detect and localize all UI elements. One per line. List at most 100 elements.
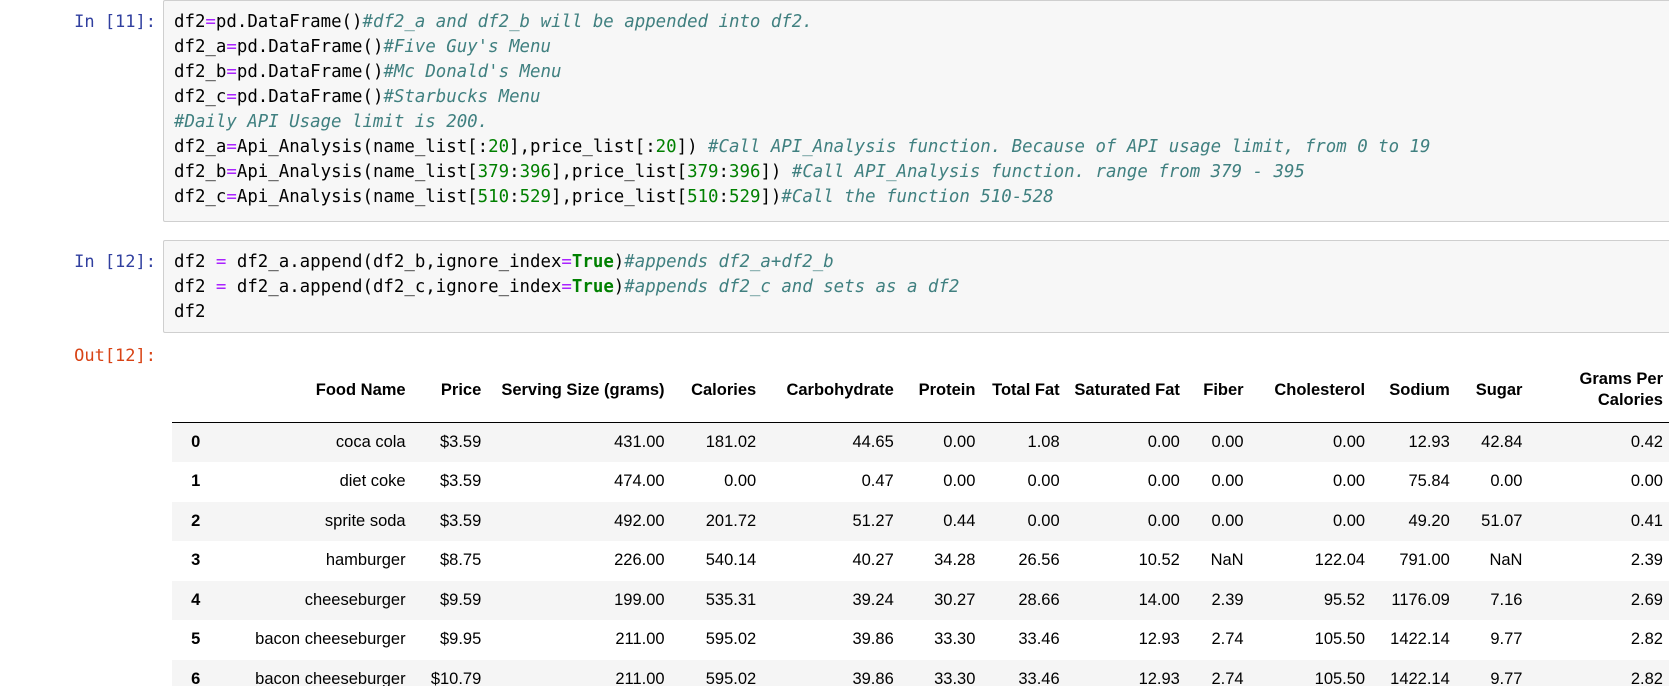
code-token: #appends df2_a+df2_b <box>624 252 834 272</box>
row-index: 0 <box>191 433 201 451</box>
table-cell: 0.00 <box>1147 433 1180 451</box>
code-editor-11[interactable]: df2=pd.DataFrame()#df2_a and df2_b will … <box>164 1 1669 210</box>
table-cell: 95.52 <box>1323 590 1366 609</box>
table-cell: 0.00 <box>1211 472 1244 491</box>
table-cell: 211.00 <box>615 630 665 649</box>
code-token: ) <box>613 252 625 272</box>
dataframe-output: Food Name Price Serving Size (grams) Calori… <box>172 358 1669 686</box>
code-token: df2_a.append(df2_c,ignore_index <box>226 277 562 297</box>
table-cell: 1176.09 <box>1391 590 1450 609</box>
code-token: pd.DataFrame() <box>236 87 384 107</box>
table-cell: 0.00 <box>1332 472 1366 491</box>
code-token: : <box>509 187 520 207</box>
table-cell: 0.41 <box>1630 511 1663 530</box>
input-prompt-12: In [12]: <box>74 252 156 272</box>
table-cell: 431.00 <box>614 433 665 451</box>
header-row: Food Name Price Serving Size (grams) Calori… <box>172 358 1669 423</box>
code-token: ]) <box>676 137 709 157</box>
table-cell: sprite soda <box>324 511 406 530</box>
code-token: pd.DataFrame() <box>236 37 384 57</box>
code-line: df2=pd.DataFrame()#df2_a and df2_b will … <box>174 10 1669 35</box>
table-cell: bacon cheeseburger <box>255 630 406 649</box>
code-token: : <box>718 162 730 182</box>
code-token: ],price_list[ <box>550 187 688 207</box>
code-token: df2 <box>174 252 216 272</box>
column-header: Grams Per Calories <box>1528 358 1669 423</box>
table-cell: 1422.14 <box>1390 669 1450 686</box>
table-cell: 12.93 <box>1138 669 1180 686</box>
table-row: 4 cheeseburger $9.59 199.00 535.31 39.24 30.27… <box>172 580 1669 620</box>
code-token: 529 <box>519 187 551 207</box>
code-token: Api_Analysis(name_list[ <box>236 162 478 182</box>
table-cell: bacon cheeseburger <box>255 669 406 686</box>
code-token: #Call API_Analysis function. range from … <box>791 162 1305 182</box>
input-prompt-11: In [11]: <box>74 12 156 32</box>
table-body: 0 coca cola $3.59 431.00 181.02 44.65 0.00 1.08… <box>172 422 1669 686</box>
table-cell: 39.86 <box>852 630 894 649</box>
column-header: Protein <box>899 358 982 423</box>
table-cell: $3.59 <box>439 472 482 491</box>
table-cell: 10.52 <box>1138 551 1180 570</box>
table-cell: 0.00 <box>1211 433 1244 451</box>
table-cell: 2.69 <box>1630 590 1663 609</box>
row-index: 3 <box>191 551 201 570</box>
table-cell: 39.86 <box>852 669 894 686</box>
code-token: 396 <box>519 162 551 182</box>
code-cell-11[interactable]: df2=pd.DataFrame()#df2_a and df2_b will … <box>163 0 1669 222</box>
code-editor-12[interactable]: df2 = df2_a.append(df2_b,ignore_index=Tr… <box>164 241 1669 325</box>
table-cell: 181.02 <box>705 433 757 451</box>
code-cell-12[interactable]: df2 = df2_a.append(df2_b,ignore_index=Tr… <box>163 240 1669 333</box>
column-header: Food Name <box>219 358 412 423</box>
table-cell: 28.66 <box>1018 590 1060 609</box>
table-cell: 40.27 <box>852 551 894 570</box>
table-cell: $10.79 <box>430 669 482 686</box>
code-token: = <box>226 62 237 82</box>
row-index: 2 <box>191 511 201 530</box>
table-cell: 0.00 <box>1332 511 1366 530</box>
code-token: ]) <box>760 162 792 182</box>
table-cell: 42.84 <box>1481 433 1523 451</box>
code-token: #Mc Donald's Menu <box>383 62 562 82</box>
code-token: df2 <box>174 302 206 322</box>
table-cell: 51.27 <box>852 511 894 530</box>
code-token: #Five Guy's Menu <box>383 37 551 57</box>
code-token: pd.DataFrame() <box>215 12 363 32</box>
table-cell: 595.02 <box>705 630 757 649</box>
table-row: 2 sprite soda $3.59 492.00 201.72 51.27 0.44 0.… <box>172 501 1669 541</box>
code-token: df2_b <box>174 162 227 182</box>
code-token: ],price_list[ <box>550 162 688 182</box>
code-token: #Starbucks Menu <box>383 87 541 107</box>
code-line: df2 = df2_a.append(df2_c,ignore_index=Tr… <box>174 275 1669 300</box>
table-cell: NaN <box>1489 551 1523 570</box>
code-token: = <box>561 252 572 272</box>
table-cell: 9.77 <box>1490 630 1523 649</box>
table-cell: 30.27 <box>934 590 976 609</box>
table-cell: 791.00 <box>1399 551 1450 570</box>
code-token: 510 <box>687 187 719 207</box>
row-index: 1 <box>191 472 201 491</box>
table-cell: 33.30 <box>934 669 976 686</box>
row-index: 4 <box>191 590 201 609</box>
table-cell: 2.39 <box>1211 590 1244 609</box>
table-cell: 0.00 <box>1630 472 1663 491</box>
table-cell: 12.93 <box>1408 433 1450 451</box>
code-token: df2_b <box>174 62 227 82</box>
table-cell: 33.46 <box>1018 669 1060 686</box>
table-cell: 0.00 <box>1027 472 1060 491</box>
table-cell: diet coke <box>339 472 406 491</box>
table-cell: 474.00 <box>614 472 665 491</box>
code-token: df2 <box>174 277 216 297</box>
table-cell: 14.00 <box>1138 590 1180 609</box>
table-cell: 51.07 <box>1481 511 1523 530</box>
table-cell: 0.00 <box>1147 472 1180 491</box>
table-cell: $9.59 <box>439 590 482 609</box>
table-cell: 201.72 <box>705 511 757 530</box>
code-token: df2 <box>174 12 206 32</box>
code-token: = <box>226 187 237 207</box>
output-prompt-12: Out[12]: <box>74 346 156 366</box>
code-token: = <box>226 87 237 107</box>
table-cell: 105.50 <box>1314 630 1366 649</box>
table-cell: 7.16 <box>1490 590 1523 609</box>
code-line: df2_c=Api_Analysis(name_list[510:529],pr… <box>174 185 1669 210</box>
table-cell: 0.00 <box>1147 511 1180 530</box>
